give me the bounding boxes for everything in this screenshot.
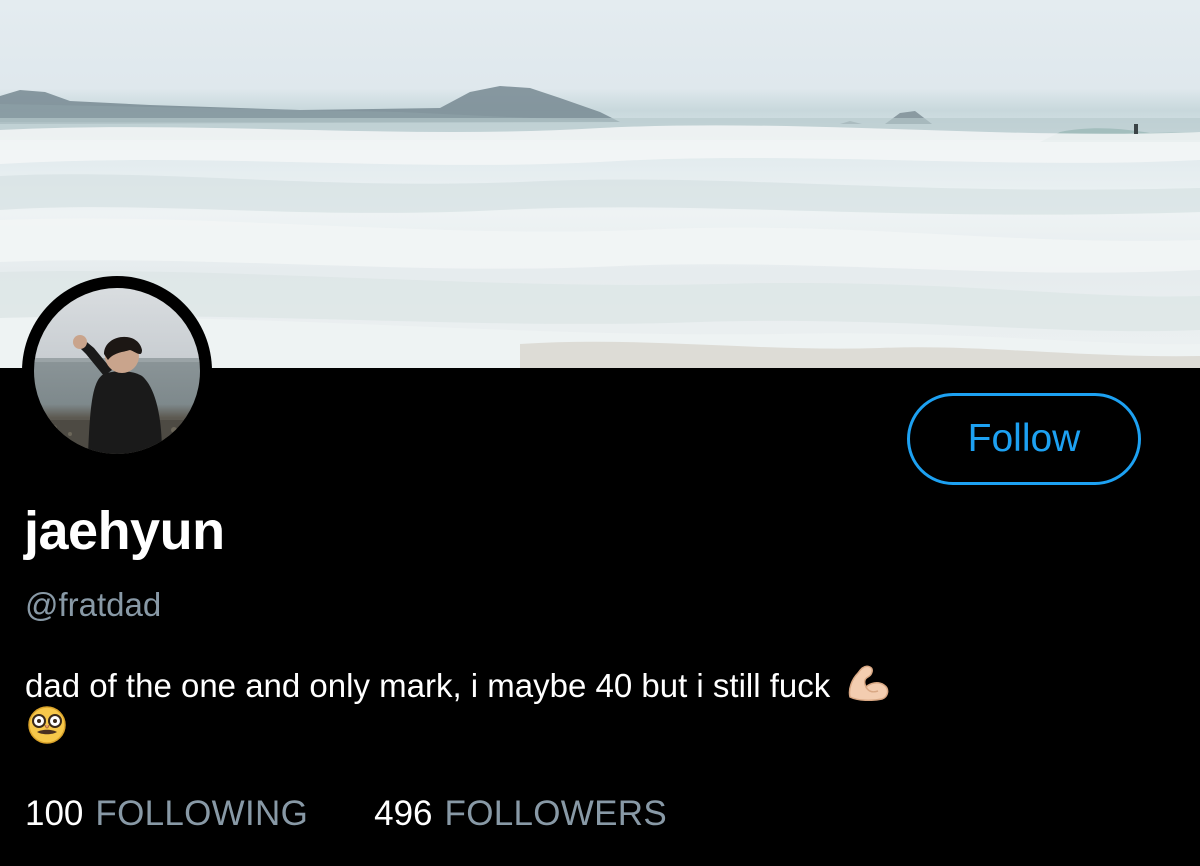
followers-stat[interactable]: 496 FOLLOWERS (374, 794, 667, 834)
display-name: jaehyun (24, 501, 225, 561)
following-label: FOLLOWING (95, 794, 309, 833)
disguised-face-icon (27, 705, 67, 756)
follow-button[interactable]: Follow (907, 393, 1141, 485)
user-handle: @fratdad (25, 586, 162, 623)
person-silhouette-icon (34, 335, 200, 454)
bio-line (25, 705, 1175, 752)
bio-text: dad of the one and only mark, i maybe 40… (25, 667, 831, 704)
profile-stats: 100 FOLLOWING 496 FOLLOWERS (25, 794, 667, 834)
flexed-biceps-icon (844, 661, 890, 712)
followers-label: FOLLOWERS (444, 794, 667, 833)
bio-line: dad of the one and only mark, i maybe 40… (25, 664, 1175, 708)
avatar-photo (34, 288, 200, 454)
profile-page: Follow jaehyun @fratdad dad of the one a… (0, 0, 1200, 866)
profile-bio: dad of the one and only mark, i maybe 40… (25, 664, 1175, 752)
followers-count: 496 (374, 794, 433, 833)
following-stat[interactable]: 100 FOLLOWING (25, 794, 308, 834)
following-count: 100 (25, 794, 84, 833)
avatar[interactable] (22, 276, 212, 466)
